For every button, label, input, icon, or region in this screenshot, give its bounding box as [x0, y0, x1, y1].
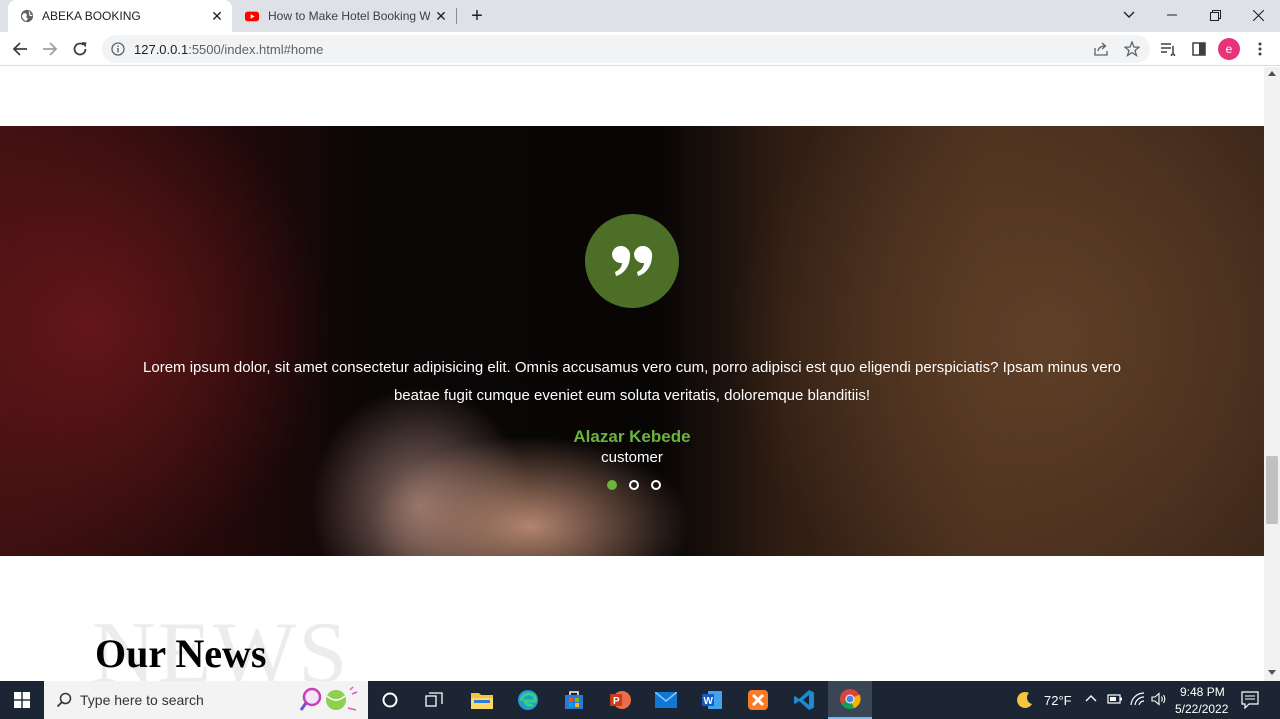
testimonial-role: customer — [601, 449, 663, 466]
tab-youtube-video[interactable]: How to Make Hotel Booking Web ✕ — [234, 0, 456, 32]
youtube-icon — [245, 11, 259, 22]
windows-logo-icon — [14, 692, 30, 708]
mail-icon — [655, 692, 677, 708]
carousel-pagination — [607, 480, 661, 490]
taskbar-powerpoint[interactable]: P — [598, 681, 642, 719]
close-icon — [1252, 9, 1264, 21]
task-view-button[interactable] — [412, 681, 456, 719]
restore-icon — [1209, 9, 1221, 21]
quote-badge — [585, 214, 679, 308]
url-text[interactable]: 127.0.0.1:5500/index.html#home — [134, 42, 323, 57]
background-photo-overlay — [0, 126, 1264, 556]
testimonial-text: Lorem ipsum dolor, sit amet consectetur … — [143, 359, 1121, 404]
battery-icon[interactable] — [1107, 693, 1123, 705]
taskbar-file-explorer[interactable] — [460, 681, 504, 719]
vscode-icon — [794, 690, 814, 710]
speaker-icon[interactable] — [1151, 692, 1167, 706]
address-bar[interactable]: 127.0.0.1:5500/index.html#home — [102, 35, 1150, 63]
quote-icon — [611, 245, 653, 276]
cortana-circle-icon — [382, 692, 398, 708]
weather-moon-icon[interactable] — [1015, 690, 1035, 710]
reload-button[interactable] — [68, 37, 92, 61]
url-path: :5500/index.html#home — [188, 42, 324, 57]
media-queue-icon — [1161, 43, 1176, 56]
forward-button[interactable] — [38, 37, 62, 61]
edge-browser-icon — [518, 690, 538, 710]
folder-icon — [471, 693, 493, 709]
arrow-right-icon — [43, 42, 58, 56]
side-panel-icon — [1192, 42, 1206, 56]
kebab-menu-icon — [1258, 42, 1262, 56]
taskbar-xampp[interactable] — [736, 681, 780, 719]
svg-text:P: P — [613, 696, 620, 707]
scrollbar-thumb[interactable] — [1266, 456, 1278, 524]
testimonial-section: Lorem ipsum dolor, sit amet consectetur … — [0, 126, 1264, 556]
taskbar-edge[interactable] — [506, 681, 550, 719]
taskbar-mail[interactable] — [644, 681, 688, 719]
taskbar-word[interactable]: W — [690, 681, 734, 719]
arrow-left-icon — [12, 42, 27, 56]
profile-avatar[interactable]: e — [1217, 37, 1241, 61]
menu-button[interactable] — [1248, 37, 1272, 61]
web-page-viewport: Lorem ipsum dolor, sit amet consectetur … — [0, 67, 1264, 681]
word-icon: W — [702, 691, 722, 709]
side-panel-button[interactable] — [1187, 37, 1211, 61]
store-bag-icon — [565, 691, 583, 709]
clock-time[interactable]: 9:48 PM — [1180, 685, 1225, 699]
carousel-dot[interactable] — [607, 480, 617, 490]
scroll-up-arrow-icon[interactable] — [1268, 71, 1276, 76]
search-highlight-illustration-icon — [299, 686, 358, 711]
tab-abeka-booking[interactable]: ABEKA BOOKING ✕ — [8, 0, 232, 32]
clock-date[interactable]: 5/22/2022 — [1175, 702, 1228, 716]
task-view-icon — [425, 692, 443, 707]
wifi-icon[interactable] — [1130, 692, 1146, 706]
taskbar-chrome[interactable] — [828, 681, 872, 719]
bookmark-star-icon[interactable] — [1124, 41, 1140, 57]
close-window-button[interactable] — [1236, 0, 1280, 30]
carousel-dot[interactable] — [629, 480, 639, 490]
start-button[interactable] — [0, 681, 44, 719]
search-placeholder: Type here to search — [80, 692, 204, 708]
close-tab-icon[interactable]: ✕ — [206, 5, 228, 27]
tab-title: ABEKA BOOKING — [42, 9, 141, 23]
info-icon[interactable] — [111, 42, 125, 56]
page-scrollbar[interactable] — [1264, 67, 1280, 681]
task-view-cortana-button[interactable] — [368, 681, 412, 719]
reading-list-button[interactable] — [1156, 37, 1180, 61]
news-heading: Our News — [95, 631, 267, 676]
close-tab-icon[interactable]: ✕ — [430, 5, 452, 27]
minimize-button[interactable] — [1150, 0, 1194, 30]
new-tab-button[interactable]: + — [466, 5, 488, 27]
browser-tab-strip: ABEKA BOOKING ✕ How to Make Hotel Bookin… — [0, 0, 1280, 32]
windows-taskbar: Type here to search P W 72°F 9:48 PM 5/2… — [0, 681, 1280, 719]
taskbar-vscode[interactable] — [782, 681, 826, 719]
url-host: 127.0.0.1 — [134, 42, 189, 57]
taskbar-search-box[interactable]: Type here to search — [44, 681, 368, 719]
chevron-up-icon[interactable] — [1085, 694, 1097, 702]
chevron-down-icon — [1123, 11, 1135, 18]
powerpoint-icon: P — [610, 691, 631, 709]
tab-search-button[interactable] — [1107, 0, 1151, 30]
search-icon — [56, 692, 72, 708]
restore-button[interactable] — [1193, 0, 1237, 30]
notification-center-icon[interactable] — [1241, 691, 1259, 709]
svg-text:W: W — [704, 696, 714, 707]
globe-icon — [20, 9, 34, 23]
share-icon[interactable] — [1094, 42, 1109, 56]
scroll-down-arrow-icon[interactable] — [1268, 670, 1276, 675]
carousel-dot[interactable] — [651, 480, 661, 490]
taskbar-store[interactable] — [552, 681, 596, 719]
avatar: e — [1218, 38, 1240, 60]
tab-title: How to Make Hotel Booking Web — [268, 9, 430, 23]
tab-separator — [456, 8, 457, 24]
reload-icon — [73, 42, 87, 56]
back-button[interactable] — [8, 37, 32, 61]
minimize-icon — [1167, 14, 1177, 16]
browser-toolbar: 127.0.0.1:5500/index.html#home e — [0, 32, 1280, 66]
chrome-icon — [840, 689, 861, 710]
weather-temperature[interactable]: 72°F — [1044, 693, 1072, 708]
testimonial-author: Alazar Kebede — [573, 427, 691, 446]
xampp-icon — [748, 690, 768, 710]
